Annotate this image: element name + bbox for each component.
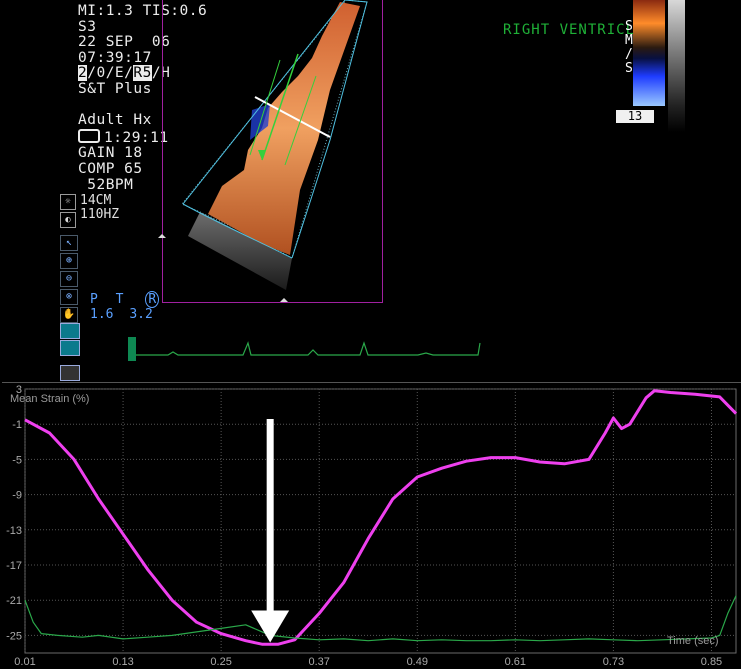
secondary-trace-line <box>24 595 737 642</box>
arrow-head <box>251 610 290 643</box>
y-tick-label: -25 <box>6 630 22 642</box>
color-doppler-region <box>208 2 360 255</box>
y-tick-label: -5 <box>12 454 22 466</box>
y-axis-label: Mean Strain (%) <box>10 393 90 405</box>
y-tick-label: -13 <box>6 525 22 537</box>
x-axis-label: Time (sec) <box>667 635 719 647</box>
y-tick-label: -17 <box>6 560 22 572</box>
x-tick-label: 0.37 <box>308 656 329 668</box>
x-tick-label: 0.61 <box>505 656 526 668</box>
x-tick-label: 0.85 <box>701 656 722 668</box>
x-tick-label: 0.73 <box>603 656 624 668</box>
x-tick-label: 0.13 <box>112 656 133 668</box>
y-tick-label: -1 <box>12 419 22 431</box>
ecg-trace <box>128 337 481 361</box>
strain-plot[interactable]: 3-1-5-9-13-17-21-250.01 0.13 0.25 0.37 0.49 0… <box>2 383 741 669</box>
y-tick-label: -9 <box>12 490 22 502</box>
ultrasound-sector[interactable] <box>0 0 741 382</box>
y-tick-label: -21 <box>6 595 22 607</box>
strain-graph: 3 -1 -5 -9 -13 -17 -21 -25 0.01 0.13 0.25 0.37 0.49 0… <box>2 382 741 669</box>
x-tick-label: 0.49 <box>407 656 428 668</box>
x-tick-label: 0.01 <box>14 656 35 668</box>
x-tick-label: 0.25 <box>210 656 231 668</box>
mean-strain-line <box>24 389 738 646</box>
